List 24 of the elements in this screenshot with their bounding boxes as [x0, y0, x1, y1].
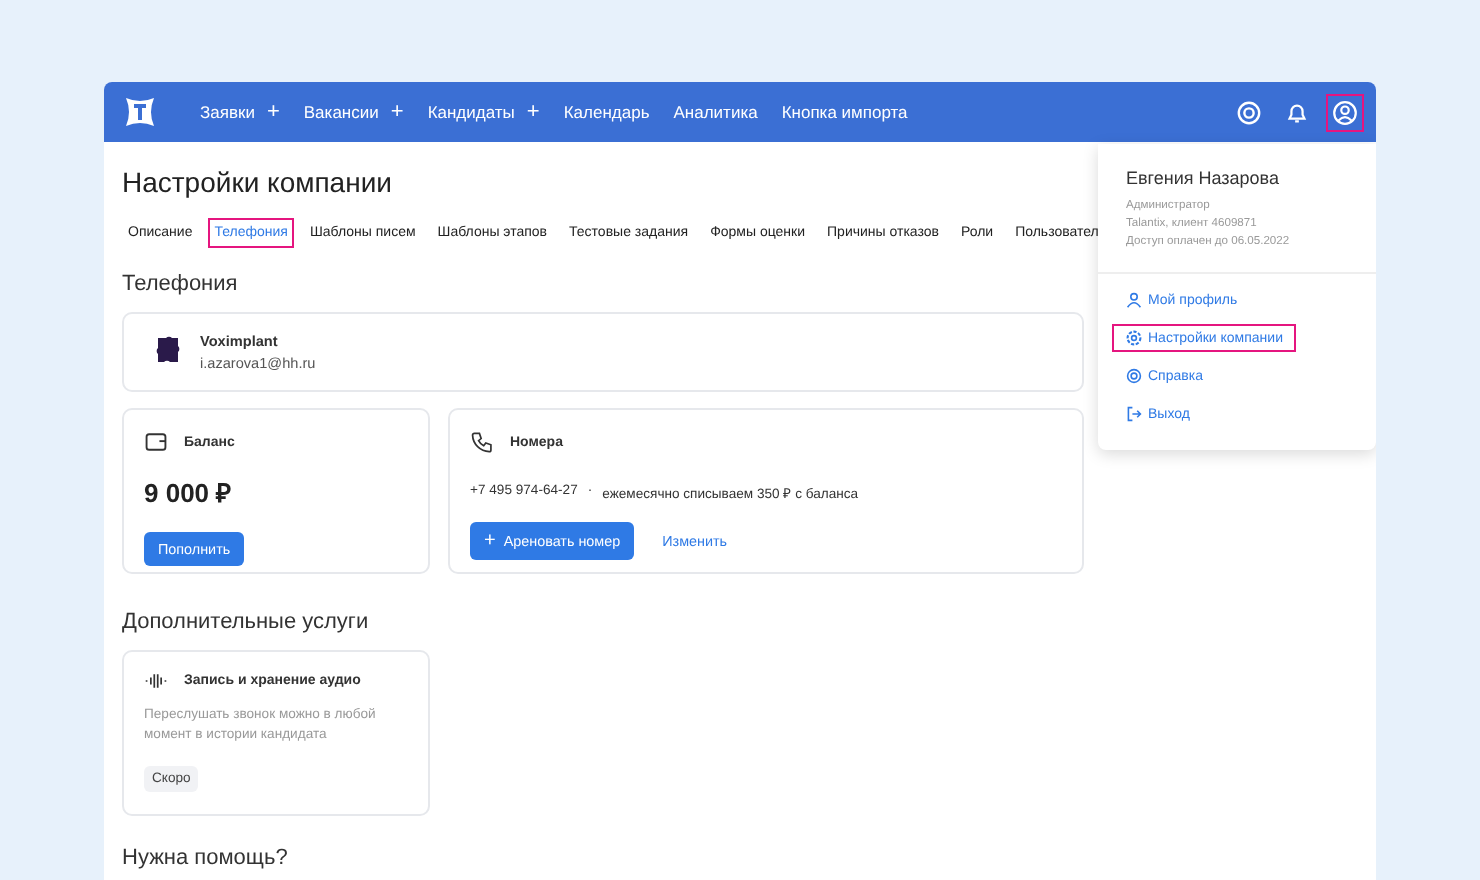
logout-icon — [1126, 406, 1142, 422]
section-heading: Нужна помощь? — [122, 846, 288, 870]
user-icon[interactable] — [1326, 93, 1364, 131]
lifebuoy-icon — [1126, 368, 1142, 384]
nav-link[interactable]: Календарь — [563, 102, 650, 122]
nav-link[interactable]: Заявки — [200, 102, 255, 122]
nav-link[interactable]: Кнопка импорта — [781, 102, 908, 122]
add-icon[interactable]: + — [390, 100, 404, 124]
phone-icon — [470, 430, 494, 454]
add-icon[interactable]: + — [526, 100, 540, 124]
nav-link[interactable]: Аналитика — [673, 102, 758, 122]
nav-link[interactable]: Вакансии — [303, 102, 379, 122]
user-icon — [1126, 292, 1142, 308]
settings-icon — [1126, 330, 1142, 346]
logo-icon[interactable] — [120, 92, 160, 132]
user-name: Евгения Назарова — [1126, 168, 1281, 188]
add-icon[interactable]: + — [266, 100, 280, 124]
wallet-icon — [144, 430, 168, 454]
section-heading: Телефония — [122, 272, 238, 296]
balance-amount: 9 000 ₽ — [144, 476, 235, 510]
nav-link[interactable]: Кандидаты — [427, 102, 515, 122]
page-title: Настройки компании — [122, 166, 392, 198]
audio-wave-icon — [144, 672, 168, 690]
section-heading: Дополнительные услуги — [122, 610, 369, 634]
